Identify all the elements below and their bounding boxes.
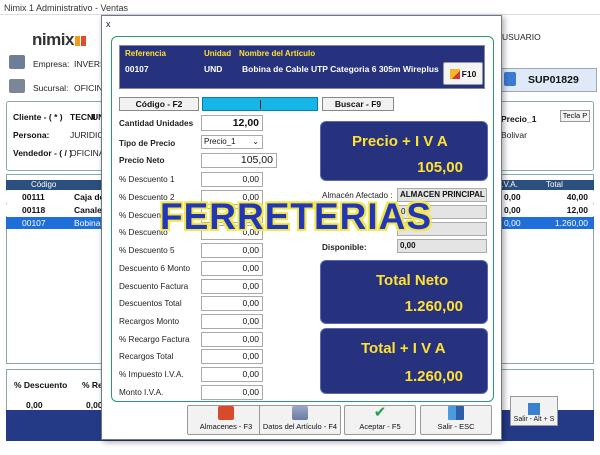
row-total: 1.260,00 (554, 218, 588, 228)
precio-iva-panel: Precio + I V A 105,00 (320, 121, 488, 181)
invoice-icon (504, 72, 516, 86)
row-total: 12,00 (566, 205, 588, 215)
bottom-descuento-label: % Descuento (14, 380, 68, 390)
recargos-monto-field[interactable]: 0,00 (201, 314, 263, 329)
tecla-p-button[interactable]: Tecla P (560, 110, 590, 122)
article-data-icon (292, 406, 308, 420)
watermark-text: FERRETERIAS (160, 196, 433, 237)
app-logo: nimix (32, 30, 86, 50)
descuento-5-label: % Descuento 5 (119, 246, 175, 255)
unidad-label: Unidad (204, 49, 232, 58)
disponible-label: Disponible: (322, 243, 367, 252)
grid-col-total: Total (546, 180, 563, 189)
edit-f10-button[interactable]: F10 (443, 62, 483, 85)
tipo-precio-select[interactable]: Precio_1 ⌄ (201, 135, 263, 149)
total-neto-panel: Total Neto 1.260,00 (320, 260, 488, 324)
descuento-monto-label: Descuento 6 Monto (119, 264, 191, 273)
descuento-1-label: % Descuento 1 (119, 175, 175, 184)
aceptar-f5-button[interactable]: ✔ Aceptar - F5 (344, 405, 416, 435)
referencia-value: 00107 (125, 64, 149, 74)
chevron-down-icon: ⌄ (252, 137, 259, 146)
cantidad-field[interactable]: 12,00 (201, 115, 263, 131)
codigo-f2-button[interactable]: Código - F2 (119, 97, 199, 111)
recargos-total-label: Recargos Total (119, 352, 174, 361)
company-icon (9, 55, 25, 69)
monto-iva-field[interactable]: 0,00 (201, 385, 263, 400)
recargo-factura-label: % Recargo Factura (119, 335, 190, 344)
cantidad-label: Cantidad Unidades (119, 119, 194, 128)
row-code: 00107 (22, 218, 46, 228)
monto-iva-label: Monto I.V.A. (119, 388, 164, 397)
recargos-monto-label: Recargos Monto (119, 317, 180, 326)
descuentos-total-label: Descuentos Total (119, 299, 182, 308)
checkmark-icon: ✔ (373, 404, 387, 421)
descuento-5-field[interactable]: 0,00 (201, 243, 263, 258)
descuento-1-field[interactable]: 0,00 (201, 172, 263, 187)
precio-neto-field[interactable]: 105,00 (201, 153, 277, 168)
pencil-icon (449, 68, 460, 79)
sucursal-label: Sucursal: (33, 83, 69, 93)
currency-label: Bolivar (501, 130, 527, 140)
descuento-factura-label: Descuento Factura (119, 282, 189, 291)
precio-neto-label: Precio Neto (119, 156, 165, 165)
precio-type-label: Precio_1 (501, 114, 537, 124)
recargos-total-field[interactable]: 0,00 (201, 349, 263, 364)
row-iva: 0,00 (504, 192, 521, 202)
unidad-value: UND (204, 64, 223, 74)
bottom-descuento-value: 0,00 (26, 400, 43, 410)
referencia-label: Referencia (125, 49, 166, 58)
document-number-box: SUP01829 (497, 68, 597, 92)
total-neto-value: 1.260,00 (404, 298, 463, 315)
cliente-label: Cliente - ( * ) (13, 112, 63, 122)
document-number: SUP01829 (528, 74, 579, 86)
nombre-label: Nombre del Artículo (239, 49, 316, 58)
almacenes-f3-button[interactable]: Almacenes - F3 (187, 405, 265, 435)
descuento-monto-field[interactable]: 0,00 (201, 261, 263, 276)
branch-icon (9, 79, 25, 93)
total-iva-value: 1.260,00 (404, 368, 463, 385)
descuentos-total-field[interactable]: 0,00 (201, 296, 263, 311)
close-button[interactable]: x (106, 19, 111, 29)
codigo-input[interactable] (202, 97, 318, 111)
warehouse-icon (218, 406, 234, 420)
recargo-factura-field[interactable]: 0,00 (201, 332, 263, 347)
row-iva: 0,00 (504, 205, 521, 215)
usuario-label: USUARIO (502, 32, 541, 42)
row-total: 40,00 (566, 192, 588, 202)
impuesto-iva-label: % Impuesto I.V.A. (119, 370, 184, 379)
exit-icon (528, 403, 540, 415)
buscar-f9-button[interactable]: Buscar - F9 (322, 97, 394, 111)
salir-alt-s-button[interactable]: Salir - Alt + S (510, 396, 558, 426)
vendedor-label: Vendedor - ( / ) (13, 148, 73, 158)
row-iva: 0,00 (504, 218, 521, 228)
row-code: 00111 (22, 192, 45, 202)
datos-articulo-f4-button[interactable]: Datos del Artículo - F4 (259, 405, 341, 435)
grid-col-code: Código (31, 180, 57, 189)
impuesto-iva-field[interactable]: 0,00 (201, 367, 263, 382)
total-iva-title: Total + I V A (361, 340, 446, 357)
disponible-value: 0,00 (397, 239, 487, 253)
tipo-precio-label: Tipo de Precio (119, 139, 176, 148)
exit-door-icon (448, 406, 464, 420)
row-code: 00118 (22, 205, 46, 215)
window-title: Nimix 1 Administrativo - Ventas (4, 3, 129, 13)
precio-iva-value: 105,00 (417, 159, 463, 176)
text-cursor (260, 100, 261, 109)
vendedor-value: OFICINA (70, 148, 105, 158)
total-iva-panel: Total + I V A 1.260,00 (320, 328, 488, 394)
descuento-factura-field[interactable]: 0,00 (201, 279, 263, 294)
article-header: Referencia Unidad Nombre del Artículo 00… (119, 45, 485, 89)
nombre-value: Bobina de Cable UTP Categoria 6 305m Wir… (242, 64, 439, 74)
precio-iva-title: Precio + I V A (352, 133, 448, 150)
salir-esc-button[interactable]: Salir - ESC (420, 405, 492, 435)
persona-label: Persona: (13, 130, 50, 140)
total-neto-title: Total Neto (376, 272, 449, 289)
empresa-label: Empresa: (33, 59, 70, 69)
